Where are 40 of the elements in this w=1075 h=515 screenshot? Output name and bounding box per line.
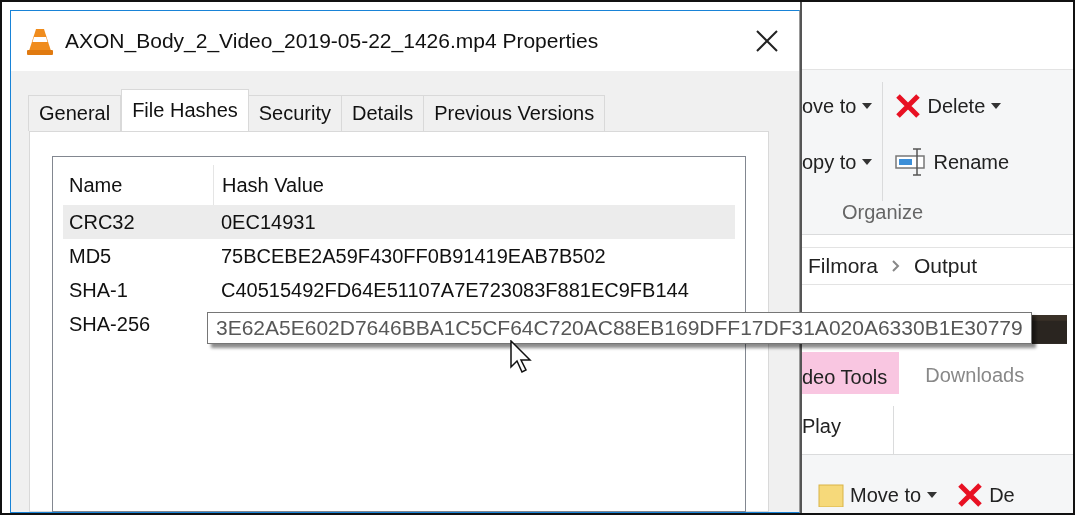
caret-icon	[927, 492, 938, 498]
delete-icon	[957, 482, 984, 508]
caret-icon	[862, 103, 873, 110]
window-title: AXON_Body_2_Video_2019-05-22_1426.mp4 Properties	[65, 29, 600, 53]
breadcrumb-item[interactable]: Filmora	[808, 254, 878, 278]
cursor-icon	[510, 340, 532, 374]
ribbon-button[interactable]: De	[957, 477, 1015, 513]
caret-icon	[991, 103, 1002, 110]
window-title: Downloads	[924, 363, 1025, 388]
ribbon-button[interactable]: Rename	[895, 144, 1010, 181]
ribbon-tab[interactable]: Play	[802, 405, 894, 454]
hash-name: CRC32	[68, 210, 136, 234]
address-bar[interactable]: Filmora Output	[802, 246, 1073, 286]
group-label: Organize	[841, 200, 925, 225]
hash-value: 0EC14931	[220, 210, 317, 234]
tab[interactable]: Previous Versions	[423, 95, 606, 131]
list-row[interactable]: SHA-1 C40515492FD64E51107A7E723083F881EC9FB144	[63, 273, 735, 307]
tab[interactable]: File Hashes	[121, 89, 249, 131]
traffic-cone-icon	[27, 27, 53, 55]
delete-icon	[895, 93, 922, 120]
hash-value: C40515492FD64E51107A7E723083F881EC9FB144	[220, 278, 690, 302]
tooltip: 3E62A5E602D7646BBA1C5CF64C720AC88EB169DFF17DF31A020A6330B1E30779	[207, 312, 1032, 344]
folder-icon	[818, 483, 844, 507]
hash-name: SHA-1	[68, 278, 129, 302]
ribbon-button[interactable]: opy to	[802, 144, 873, 181]
ribbon-button[interactable]: ove to	[802, 88, 873, 125]
close-icon	[756, 30, 778, 52]
chevron-icon	[892, 260, 900, 272]
list-row[interactable]: MD5 75BCEBE2A59F430FF0B91419EAB7B502	[63, 239, 735, 273]
ribbon-button[interactable]: Delete	[895, 88, 1010, 125]
list-row[interactable]: CRC32 0EC14931	[63, 205, 735, 239]
hash-name: MD5	[68, 244, 113, 268]
caret-icon	[862, 159, 873, 166]
tab[interactable]: General	[28, 95, 122, 131]
ribbon-button[interactable]: Move to	[818, 477, 938, 513]
hash-value: 75BCEBE2A59F430FF0B91419EAB7B502	[220, 244, 607, 268]
column-header[interactable]: Name	[63, 165, 213, 205]
contextual-tab-header: deo Tools	[802, 352, 900, 395]
rename-icon	[895, 147, 928, 178]
breadcrumb-item[interactable]: Output	[914, 254, 978, 278]
